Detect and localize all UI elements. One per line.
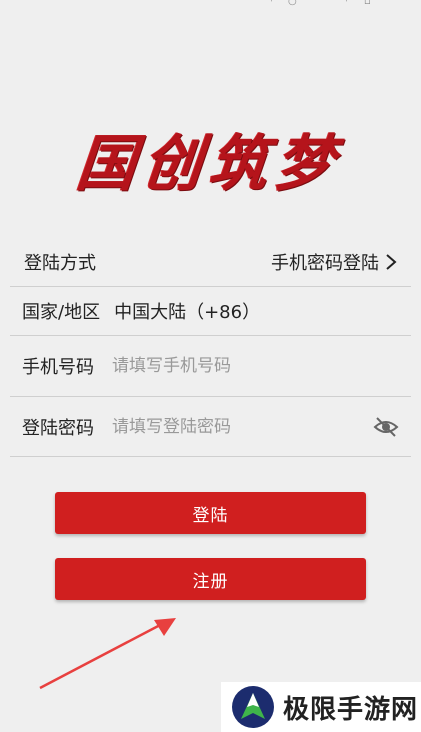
phone-row: 手机号码 <box>10 336 411 397</box>
app-logo: 国创筑梦 <box>0 118 421 199</box>
region-row[interactable]: 国家/地区 中国大陆（+86） <box>10 287 411 336</box>
login-method-row[interactable]: 登陆方式 手机密码登陆 <box>10 237 411 287</box>
watermark-logo-icon <box>232 686 274 728</box>
eye-off-icon[interactable] <box>373 416 399 438</box>
password-row: 登陆密码 <box>10 397 411 457</box>
watermark-text: 极限手游网 <box>283 694 419 725</box>
register-button[interactable]: 注册 <box>55 558 366 600</box>
watermark-badge: 极限手游网 <box>221 682 421 732</box>
region-label: 国家/地区 <box>22 302 101 323</box>
password-input[interactable] <box>112 416 373 437</box>
login-screen: ◝ ○ ◜ ▫ 国创筑梦 登陆方式 手机密码登陆 国家/地区 中国大陆（+86）… <box>0 0 421 732</box>
annotation-arrow <box>39 618 176 690</box>
phone-label: 手机号码 <box>22 357 94 378</box>
app-logo-text: 国创筑梦 <box>74 127 346 199</box>
chevron-right-icon <box>386 253 397 270</box>
password-label: 登陆密码 <box>22 417 94 439</box>
login-method-value: 手机密码登陆 <box>271 252 379 274</box>
status-bar-icons: ◝ ○ ◜ ▫ <box>268 0 371 6</box>
phone-input[interactable] <box>112 356 411 376</box>
login-button[interactable]: 登陆 <box>55 492 366 534</box>
region-value: 中国大陆（+86） <box>114 302 261 323</box>
login-method-label: 登陆方式 <box>24 252 96 274</box>
